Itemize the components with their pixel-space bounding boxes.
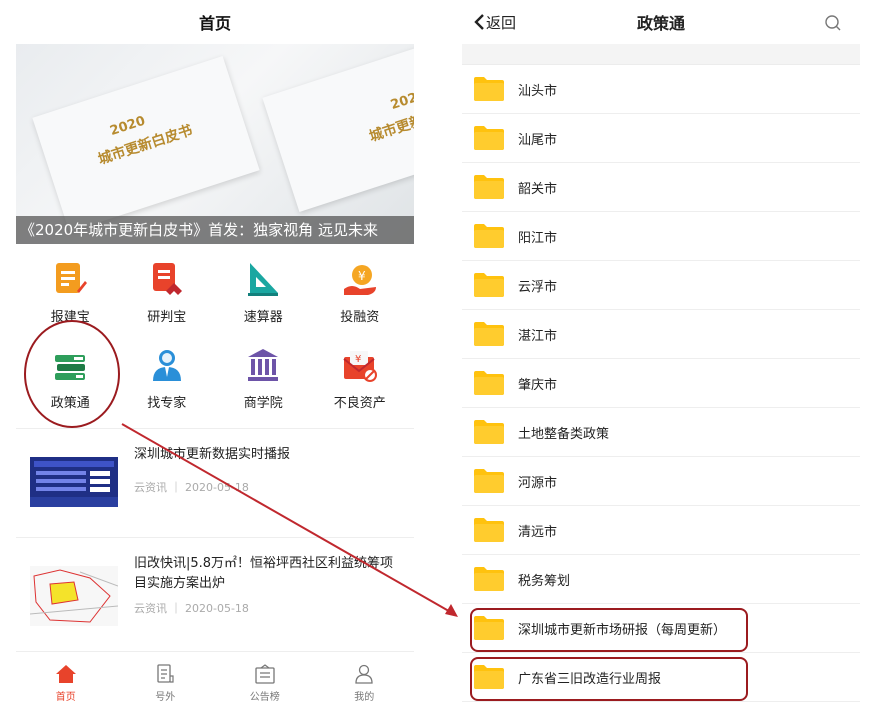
annotation-arrow (121, 423, 458, 617)
